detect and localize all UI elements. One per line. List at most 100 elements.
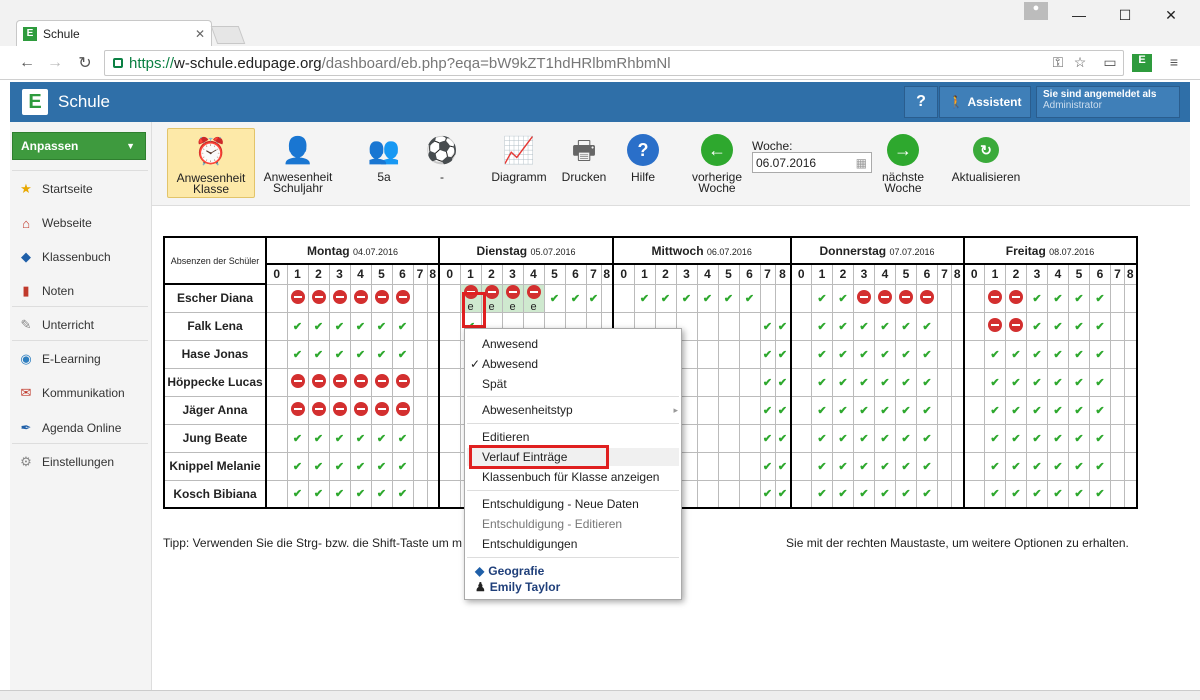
attendance-cell[interactable]: ✔ — [984, 395, 1006, 425]
attendance-cell[interactable]: ✔ — [1089, 283, 1111, 313]
attendance-cell[interactable] — [391, 395, 414, 425]
attendance-cell[interactable] — [438, 367, 461, 397]
attendance-cell[interactable]: ✔ — [1047, 423, 1069, 453]
attendance-cell[interactable]: ✔ — [286, 423, 309, 453]
sidebar-item-elearning[interactable]: ◉ E-Learning — [18, 346, 148, 372]
sidebar-item-unterricht[interactable]: ✎ Unterricht — [18, 312, 148, 338]
browser-user-icon[interactable]: ● — [1024, 2, 1048, 20]
attendance-cell[interactable]: ✔ — [811, 311, 833, 341]
attendance-cell[interactable] — [789, 451, 812, 481]
edupage-logo-icon[interactable]: E — [22, 89, 48, 115]
attendance-cell[interactable] — [951, 395, 965, 425]
address-bar[interactable]: https://w-schule.edupage.org/dashboard/e… — [104, 50, 1124, 76]
attendance-cell[interactable]: ✔ — [811, 339, 833, 369]
attendance-cell[interactable] — [1124, 395, 1138, 425]
subject-selector-button[interactable]: ⚽ - — [420, 128, 464, 198]
attendance-cell[interactable] — [438, 479, 461, 509]
attendance-cell[interactable] — [895, 283, 917, 313]
attendance-cell[interactable]: ✔ — [1047, 395, 1069, 425]
attendance-cell[interactable] — [937, 423, 952, 453]
menu-item-excuse-new[interactable]: Entschuldigung - Neue Daten — [482, 495, 639, 513]
attendance-cell[interactable]: ✔ — [1068, 339, 1090, 369]
attendance-cell[interactable] — [1124, 479, 1138, 509]
attendance-cell[interactable] — [696, 339, 719, 369]
menu-icon[interactable]: ≡ — [1164, 54, 1184, 72]
attendance-cell[interactable] — [307, 367, 330, 397]
attendance-cell[interactable]: ✔ — [1089, 367, 1111, 397]
attendance-cell[interactable] — [1110, 423, 1125, 453]
attendance-cell[interactable] — [349, 395, 372, 425]
back-arrow-icon[interactable]: ← — [16, 52, 38, 74]
attendance-cell[interactable] — [1124, 311, 1138, 341]
attendance-cell[interactable]: ✔ — [1026, 367, 1048, 397]
attendance-cell[interactable]: ✔ — [286, 311, 309, 341]
maximize-icon[interactable]: ☐ — [1102, 4, 1148, 26]
attendance-cell[interactable]: ✔ — [759, 395, 776, 425]
attendance-cell[interactable] — [962, 395, 985, 425]
attendance-cell[interactable]: ✔ — [874, 479, 896, 509]
attendance-cell[interactable]: ✔ — [307, 423, 330, 453]
attendance-cell[interactable] — [717, 367, 740, 397]
attendance-cell[interactable] — [1110, 339, 1125, 369]
attendance-cell[interactable] — [286, 367, 309, 397]
attendance-cell[interactable]: ✔ — [774, 311, 792, 341]
attendance-cell[interactable] — [1124, 367, 1138, 397]
attendance-cell[interactable]: ✔ — [391, 339, 414, 369]
minimize-icon[interactable]: — — [1056, 4, 1102, 26]
attendance-cell[interactable]: ✔ — [774, 367, 792, 397]
attendance-cell[interactable] — [962, 423, 985, 453]
attendance-cell[interactable] — [951, 367, 965, 397]
attendance-cell[interactable]: ✔ — [984, 423, 1006, 453]
attendance-cell[interactable] — [612, 283, 635, 313]
attendance-cell[interactable] — [328, 395, 351, 425]
attendance-cell[interactable]: ✔ — [984, 479, 1006, 509]
attendance-cell[interactable] — [874, 283, 896, 313]
attendance-cell[interactable]: ✔ — [853, 479, 875, 509]
attendance-cell[interactable] — [1005, 311, 1027, 341]
attendance-cell[interactable] — [717, 479, 740, 509]
attendance-cell[interactable] — [391, 367, 414, 397]
attendance-cell[interactable]: ✔ — [874, 311, 896, 341]
attendance-cell[interactable]: ✔ — [1026, 283, 1048, 313]
attendance-cell[interactable] — [696, 479, 719, 509]
attendance-cell[interactable]: ✔ — [811, 423, 833, 453]
attendance-cell[interactable] — [438, 339, 461, 369]
attendance-cell[interactable]: ✔ — [853, 395, 875, 425]
attendance-cell[interactable]: ✔ — [832, 367, 854, 397]
attendance-cell[interactable]: ✔ — [853, 311, 875, 341]
attendance-cell[interactable] — [426, 479, 440, 509]
attendance-cell[interactable] — [789, 283, 812, 313]
attendance-cell[interactable]: ✔ — [895, 451, 917, 481]
attendance-cell[interactable] — [789, 339, 812, 369]
attendance-cell[interactable]: ✔ — [370, 339, 393, 369]
attendance-cell[interactable]: ✔ — [759, 367, 776, 397]
attendance-cell[interactable]: ✔ — [307, 451, 330, 481]
attendance-cell[interactable] — [696, 367, 719, 397]
attendance-cell[interactable] — [391, 283, 414, 313]
attendance-cell[interactable] — [1110, 395, 1125, 425]
attendance-cell[interactable] — [265, 451, 288, 481]
attendance-cell[interactable]: ✔ — [328, 479, 351, 509]
attendance-cell[interactable] — [738, 451, 761, 481]
calendar-icon[interactable]: ▦ — [856, 156, 867, 170]
attendance-cell[interactable] — [307, 283, 330, 313]
attendance-cell[interactable] — [937, 395, 952, 425]
attendance-cell[interactable]: ✔ — [1005, 339, 1027, 369]
attendance-cell[interactable] — [265, 395, 288, 425]
menu-item-teacher[interactable]: ♟ Emily Taylor — [475, 578, 560, 596]
attendance-cell[interactable]: ✔ — [1026, 311, 1048, 341]
attendance-cell[interactable]: ✔ — [811, 367, 833, 397]
attendance-cell[interactable]: ✔ — [633, 283, 656, 313]
attendance-cell[interactable] — [738, 367, 761, 397]
attendance-cell[interactable] — [853, 283, 875, 313]
attendance-cell[interactable] — [412, 395, 428, 425]
attendance-cell[interactable]: e — [501, 283, 524, 313]
attendance-cell[interactable]: ✔ — [1089, 395, 1111, 425]
attendance-cell[interactable] — [962, 311, 985, 341]
attendance-cell[interactable]: ✔ — [874, 423, 896, 453]
attendance-cell[interactable]: ✔ — [1047, 339, 1069, 369]
attendance-cell[interactable]: ✔ — [349, 339, 372, 369]
assistant-button[interactable]: 🚶 Assistent — [939, 86, 1031, 118]
attendance-cell[interactable] — [349, 367, 372, 397]
attendance-cell[interactable] — [286, 395, 309, 425]
